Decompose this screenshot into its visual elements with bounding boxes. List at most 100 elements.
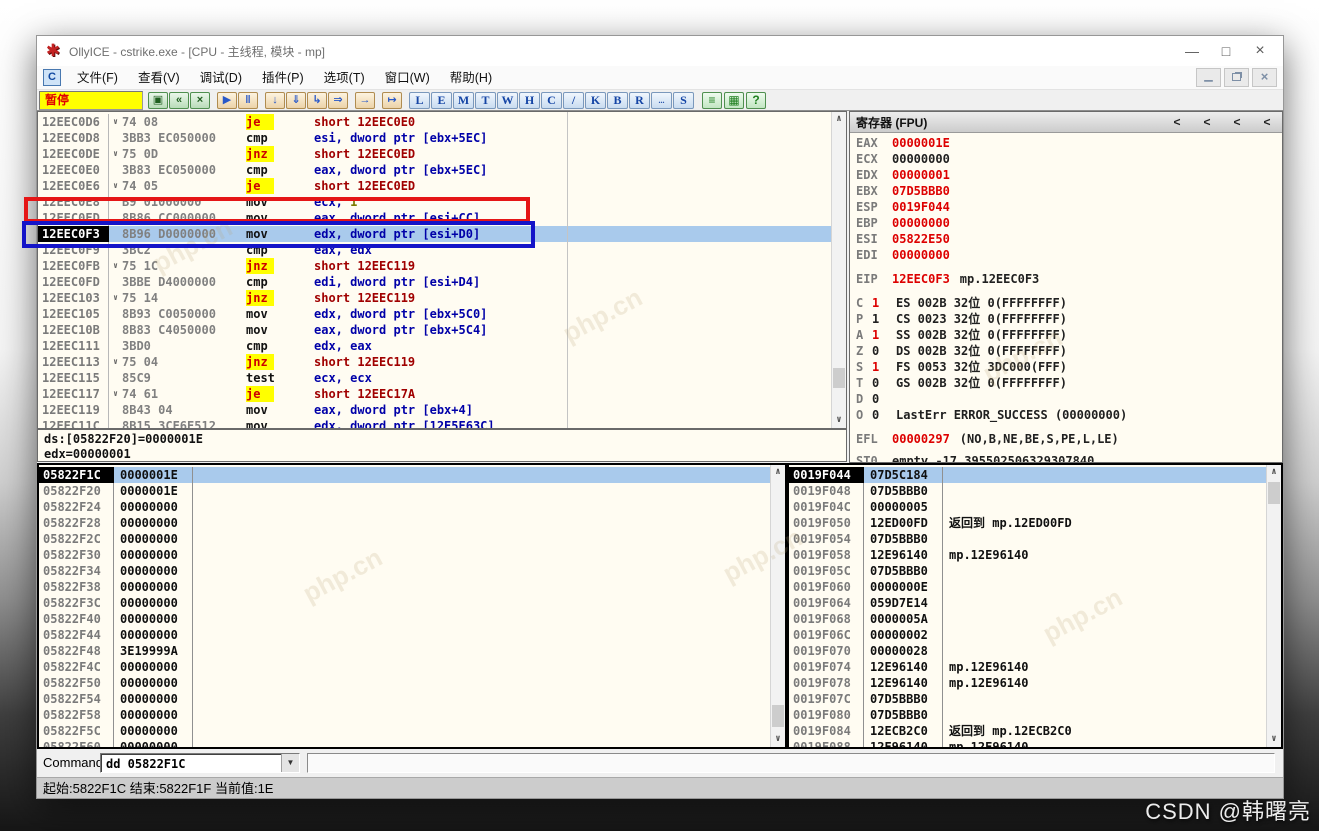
command-combobox[interactable]: ▼	[100, 753, 300, 773]
disasm-row[interactable]: 12EEC0FB∨75 1Cjnzshort 12EEC119	[38, 258, 846, 274]
stack-row[interactable]: 0019F07812E96140mp.12E96140	[789, 675, 1281, 691]
references-button[interactable]: R	[629, 92, 650, 109]
stack-row[interactable]: 0019F04807D5BBB0	[789, 483, 1281, 499]
stack-row[interactable]: 0019F07000000028	[789, 643, 1281, 659]
stack-row[interactable]: 0019F05C07D5BBB0	[789, 563, 1281, 579]
register-row[interactable]: ESP0019F044	[856, 199, 1282, 215]
stack-row[interactable]: 0019F08412ECB2C0返回到 mp.12ECB2C0	[789, 723, 1281, 739]
scroll-up-icon[interactable]: ∧	[1267, 465, 1281, 480]
go-to-icon[interactable]: ↦	[382, 92, 402, 109]
flag-row[interactable]: P1CS 0023 32位 0(FFFFFFFF)	[856, 311, 1282, 327]
eip-row[interactable]: EIP12EEC0F3mp.12EEC0F3	[856, 271, 1282, 287]
registers-nav-icon[interactable]: <	[1162, 115, 1192, 129]
stack-row[interactable]: 0019F06C00000002	[789, 627, 1281, 643]
dump-row[interactable]: 05822F5800000000	[39, 707, 785, 723]
stack-pane[interactable]: 0019F04407D5C1840019F04807D5BBB00019F04C…	[787, 463, 1283, 749]
dump-row[interactable]: 05822F3000000000	[39, 547, 785, 563]
dump-row[interactable]: 05822F2800000000	[39, 515, 785, 531]
dump-row[interactable]: 05822F1C0000001E	[39, 467, 785, 483]
menu-item[interactable]: 查看(V)	[128, 67, 190, 89]
step-into-icon[interactable]: ↓	[265, 92, 285, 109]
menu-item[interactable]: 调试(D)	[190, 67, 252, 89]
animate-over-icon[interactable]: ⇒	[328, 92, 348, 109]
handles-button[interactable]: H	[519, 92, 540, 109]
dump-row[interactable]: 05822F5400000000	[39, 691, 785, 707]
mdi-restore-icon[interactable]	[1224, 68, 1249, 87]
scroll-up-icon[interactable]: ∧	[771, 465, 785, 480]
breakpoints-button[interactable]: B	[607, 92, 628, 109]
flag-row[interactable]: D0	[856, 391, 1282, 407]
dump-row[interactable]: 05822F3C00000000	[39, 595, 785, 611]
dump-row[interactable]: 05822F483E19999A	[39, 643, 785, 659]
appearance-button[interactable]: ▦	[724, 92, 744, 109]
animate-into-icon[interactable]: ↳	[307, 92, 327, 109]
disasm-row[interactable]: 12EEC0F93BC2cmpeax, edx	[38, 242, 846, 258]
stack-scrollbar[interactable]: ∧ ∨	[1266, 465, 1281, 747]
disasm-row[interactable]: 12EEC0D6∨74 08jeshort 12EEC0E0	[38, 114, 846, 130]
registers-nav-icon[interactable]: <	[1252, 115, 1282, 129]
disasm-scrollbar[interactable]: ∧ ∨	[831, 112, 846, 428]
menu-item[interactable]: 选项(T)	[314, 67, 375, 89]
windows-button[interactable]: W	[497, 92, 518, 109]
stack-row[interactable]: 0019F05407D5BBB0	[789, 531, 1281, 547]
flag-row[interactable]: O0LastErr ERROR_SUCCESS (00000000)	[856, 407, 1282, 423]
options-button[interactable]: ≡	[702, 92, 722, 109]
dump-row[interactable]: 05822F4400000000	[39, 627, 785, 643]
disasm-row[interactable]: 12EEC0E6∨74 05jeshort 12EEC0ED	[38, 178, 846, 194]
dump-row[interactable]: 05822F4000000000	[39, 611, 785, 627]
flag-row[interactable]: S1FS 0053 32位 3DC000(FFF)	[856, 359, 1282, 375]
cpu-button[interactable]: C	[541, 92, 562, 109]
scrollbar-thumb[interactable]	[1268, 482, 1280, 504]
mdi-minimize-icon[interactable]: ▁	[1196, 68, 1221, 87]
menu-item[interactable]: 窗口(W)	[375, 67, 440, 89]
dump-row[interactable]: 05822F200000001E	[39, 483, 785, 499]
run-trace-button[interactable]: ...	[651, 92, 672, 109]
stack-row[interactable]: 0019F0680000005A	[789, 611, 1281, 627]
stack-row[interactable]: 0019F04C00000005	[789, 499, 1281, 515]
register-row[interactable]: EBX07D5BBB0	[856, 183, 1282, 199]
patches-button[interactable]: /	[563, 92, 584, 109]
dump-row[interactable]: 05822F5C00000000	[39, 723, 785, 739]
source-button[interactable]: S	[673, 92, 694, 109]
run-to-return-icon[interactable]: →	[355, 92, 375, 109]
stack-row[interactable]: 0019F05012ED00FD返回到 mp.12ED00FD	[789, 515, 1281, 531]
flag-row[interactable]: Z0DS 002B 32位 0(FFFFFFFF)	[856, 343, 1282, 359]
st0-row[interactable]: ST0empty -17.395502506329307840	[856, 453, 1282, 463]
stack-row[interactable]: 0019F08812E96140mp.12E96140	[789, 739, 1281, 749]
flag-row[interactable]: C1ES 002B 32位 0(FFFFFFFF)	[856, 295, 1282, 311]
disasm-row[interactable]: 12EEC0FD3BBE D4000000cmpedi, dword ptr […	[38, 274, 846, 290]
memory-map-button[interactable]: M	[453, 92, 474, 109]
dump-row[interactable]: 05822F3800000000	[39, 579, 785, 595]
stack-row[interactable]: 0019F064059D7E14	[789, 595, 1281, 611]
stack-row[interactable]: 0019F07C07D5BBB0	[789, 691, 1281, 707]
close-program-icon[interactable]: ×	[190, 92, 210, 109]
scroll-up-icon[interactable]: ∧	[832, 112, 846, 127]
disasm-row[interactable]: 12EEC103∨75 14jnzshort 12EEC119	[38, 290, 846, 306]
restart-icon[interactable]: «	[169, 92, 189, 109]
disasm-row[interactable]: 12EEC1198B43 04moveax, dword ptr [ebx+4]	[38, 402, 846, 418]
mdi-child-icon[interactable]: C	[43, 69, 61, 86]
disasm-row[interactable]: 12EEC10B8B83 C4050000moveax, dword ptr […	[38, 322, 846, 338]
disasm-row[interactable]: 12EEC0ED8B86 CC000000moveax, dword ptr […	[38, 210, 846, 226]
dump-row[interactable]: 05822F6000000000	[39, 739, 785, 749]
dump-scrollbar[interactable]: ∧ ∨	[770, 465, 785, 747]
menu-item[interactable]: 文件(F)	[67, 67, 128, 89]
disasm-row[interactable]: 12EEC113∨75 04jnzshort 12EEC119	[38, 354, 846, 370]
stack-row[interactable]: 0019F07412E96140mp.12E96140	[789, 659, 1281, 675]
title-bar[interactable]: ✱ OllyICE - cstrike.exe - [CPU - 主线程, 模块…	[37, 36, 1283, 66]
register-row[interactable]: EDX00000001	[856, 167, 1282, 183]
call-stack-button[interactable]: K	[585, 92, 606, 109]
executables-button[interactable]: E	[431, 92, 452, 109]
register-row[interactable]: EAX0000001E	[856, 135, 1282, 151]
register-row[interactable]: EDI00000000	[856, 247, 1282, 263]
registers-nav-icon[interactable]: <	[1192, 115, 1222, 129]
registers-nav-icon[interactable]: <	[1222, 115, 1252, 129]
dump-row[interactable]: 05822F5000000000	[39, 675, 785, 691]
command-input[interactable]	[104, 755, 280, 773]
scroll-down-icon[interactable]: ∨	[771, 732, 785, 747]
disasm-row[interactable]: 12EEC117∨74 61jeshort 12EEC17A	[38, 386, 846, 402]
efl-row[interactable]: EFL00000297(NO,B,NE,BE,S,PE,L,LE)	[856, 431, 1282, 447]
stack-row[interactable]: 0019F08007D5BBB0	[789, 707, 1281, 723]
dump-row[interactable]: 05822F2C00000000	[39, 531, 785, 547]
stack-row[interactable]: 0019F0600000000E	[789, 579, 1281, 595]
